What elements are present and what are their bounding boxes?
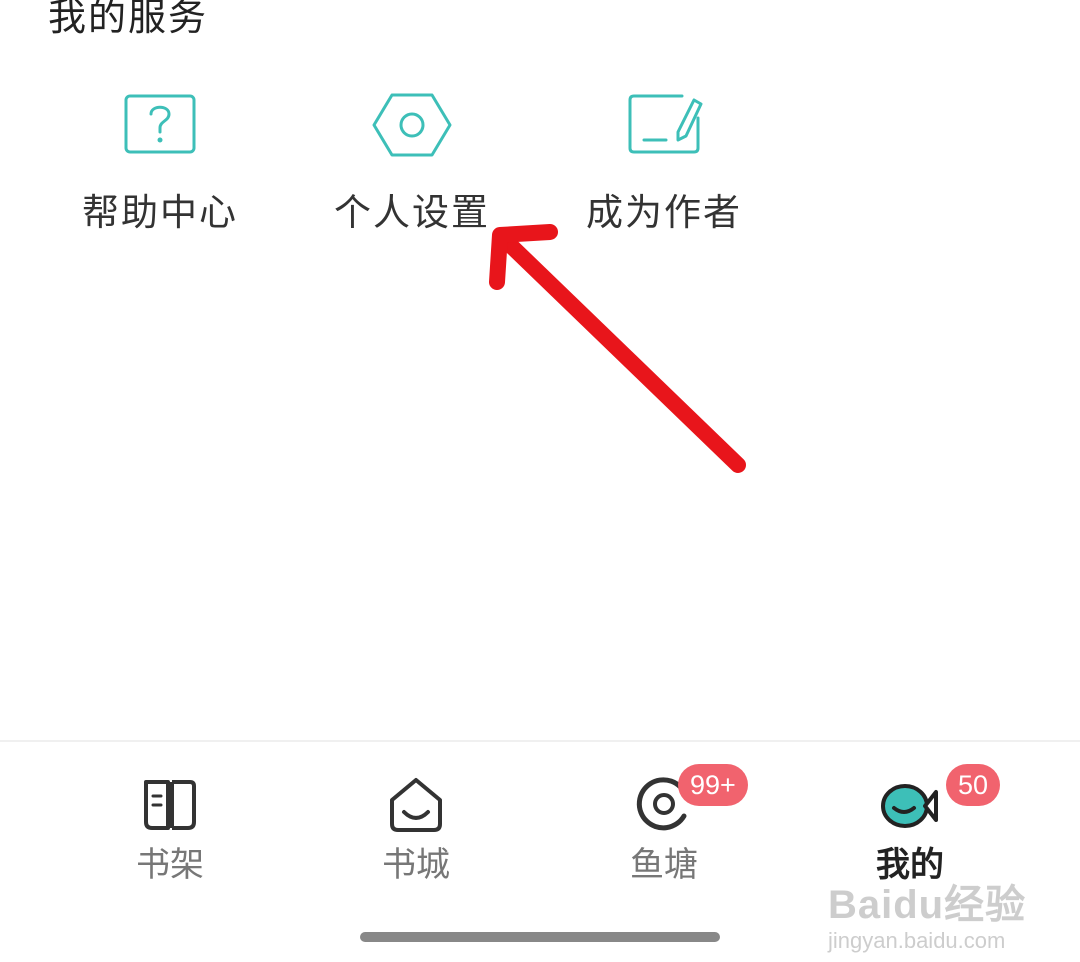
fishpond-badge: 99+ <box>678 764 748 806</box>
service-label: 帮助中心 <box>82 191 238 234</box>
become-author-edit-icon <box>628 94 703 154</box>
annotation-arrow <box>489 224 746 473</box>
bookstore-home-icon <box>390 778 442 832</box>
baidu-jingyan-watermark: Baidu经验 jingyan.baidu.com <box>828 872 1026 954</box>
tab-bookshelf[interactable]: 书架 <box>80 772 260 890</box>
profile-fish-icon <box>881 784 938 828</box>
watermark-sub: jingyan.baidu.com <box>828 928 1006 953</box>
service-help-center[interactable]: 帮助中心 <box>40 90 280 238</box>
my-page: 我的服务 帮助中心 个人设置 成为作者 书架 书城 鱼塘 99+ 我的 50 B… <box>0 0 1080 962</box>
tab-label: 书城 <box>382 845 450 885</box>
tab-label: 书架 <box>136 845 204 885</box>
home-indicator[interactable] <box>360 932 720 942</box>
help-question-icon <box>124 94 196 154</box>
section-title: 我的服务 <box>48 0 209 39</box>
bottom-nav: 书架 书城 鱼塘 99+ 我的 50 Baidu经验 jingyan.baidu… <box>0 740 1080 962</box>
watermark-main: Baidu经验 <box>828 883 1027 927</box>
tab-label: 鱼塘 <box>630 845 698 885</box>
mine-badge: 50 <box>946 764 1001 806</box>
tab-bookstore[interactable]: 书城 <box>326 772 506 890</box>
settings-hexagon-icon <box>372 93 452 157</box>
bookshelf-icon <box>144 780 196 830</box>
